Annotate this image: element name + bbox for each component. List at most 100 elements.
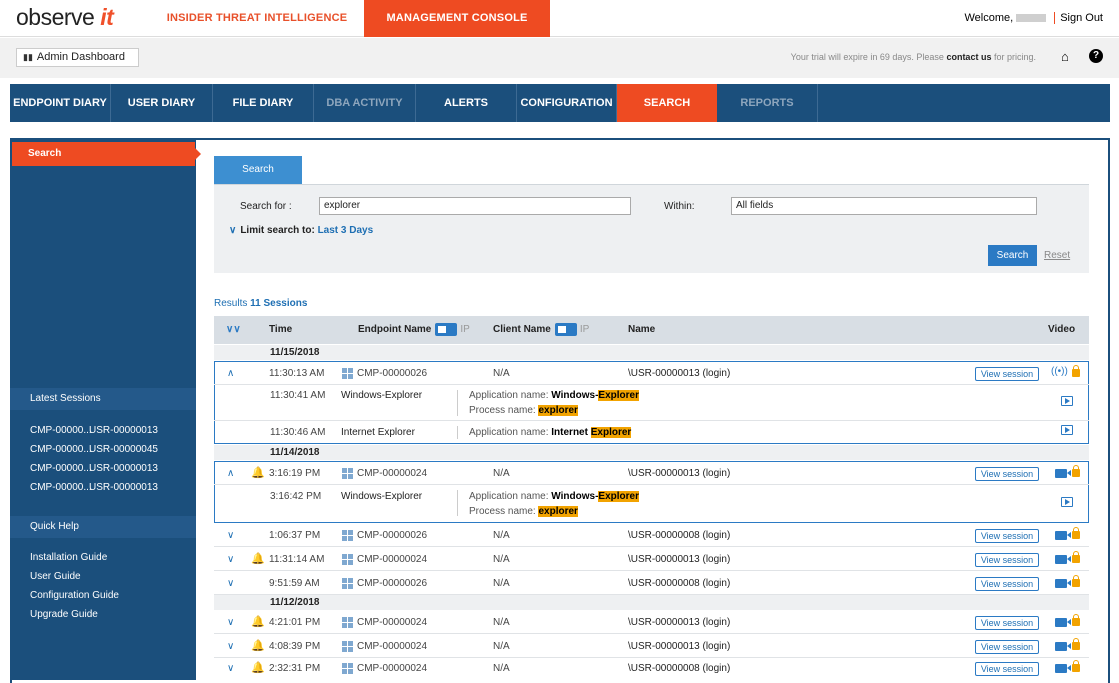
activity-app: Windows-Explorer [341,390,423,401]
nav-alerts[interactable]: ALERTS [416,84,517,122]
application-name-field: Application name: Windows-Explorer [469,390,639,401]
nav-dba-activity[interactable]: DBA ACTIVITY [314,84,416,122]
installation-guide-link[interactable]: Installation Guide [30,552,107,563]
view-session-button[interactable]: View session [975,640,1039,654]
table-row[interactable]: ∧ 🔔 3:16:19 PM CMP-00000024 N/A \USR-000… [214,462,1089,485]
sidebar-item-search[interactable]: Search [12,142,195,166]
results-count: Results 11 Sessions [214,298,308,309]
sub-activity-row: 11:30:41 AM Windows-Explorer Application… [214,385,1089,421]
bell-icon: 🔔 [251,467,265,479]
session-time: 9:51:59 AM [269,578,320,589]
view-session-button[interactable]: View session [975,662,1039,676]
column-client-name[interactable]: Client Name IP [493,316,589,344]
view-session-button[interactable]: View session [975,553,1039,567]
chevron-down-icon[interactable]: ∨ [227,572,234,595]
chevron-up-icon[interactable]: ∧ [227,462,234,485]
search-button[interactable]: Search [988,245,1037,266]
table-row[interactable]: ∧ 11:30:13 AM CMP-00000026 N/A \USR-0000… [214,362,1089,385]
play-icon[interactable] [1061,497,1073,507]
table-row[interactable]: ∨ 🔔 11:31:14 AM CMP-00000024 N/A \USR-00… [214,548,1089,571]
home-icon[interactable]: ⌂ [1061,50,1074,63]
reset-button[interactable]: Reset [1044,250,1070,261]
view-session-button[interactable]: View session [975,367,1039,381]
session-time: 11:31:14 AM [269,554,325,565]
column-endpoint-name[interactable]: Endpoint Name IP [358,316,470,344]
view-session-button[interactable]: View session [975,616,1039,630]
divider [1054,12,1056,25]
lock-icon [1072,575,1080,587]
tab-management-console[interactable]: MANAGEMENT CONSOLE [364,0,550,37]
user-name-cell: \USR-00000013 (login) [628,468,731,479]
bell-icon: 🔔 [251,616,265,628]
tab-insider-threat-intelligence[interactable]: INSIDER THREAT INTELLIGENCE [150,0,364,37]
latest-session-endpoint[interactable]: CMP-00000... [30,463,92,474]
latest-session-endpoint[interactable]: CMP-00000... [30,482,92,493]
table-row[interactable]: ∨ 9:51:59 AM CMP-00000026 N/A \USR-00000… [214,572,1089,595]
limit-value[interactable]: Last 3 Days [318,225,374,236]
date-header: 11/14/2018 [214,445,1089,460]
nav-reports[interactable]: REPORTS [717,84,818,122]
nav-configuration[interactable]: CONFIGURATION [517,84,617,122]
help-icon[interactable]: ? [1089,49,1103,63]
upgrade-guide-link[interactable]: Upgrade Guide [30,609,98,620]
table-row[interactable]: ∨ 🔔 4:21:01 PM CMP-00000024 N/A \USR-000… [214,611,1089,634]
video-camera-icon [1055,531,1071,540]
column-time[interactable]: Time [269,316,292,344]
client-ip-toggle[interactable] [554,322,577,336]
latest-session-user[interactable]: USR-00000013 [89,425,158,436]
client-cell: N/A [493,468,510,479]
endpoint-ip-toggle[interactable] [435,322,458,336]
chevron-up-icon[interactable]: ∧ [227,362,234,385]
windows-icon [342,529,353,541]
table-row[interactable]: ∨ 🔔 2:32:31 PM CMP-00000024 N/A \USR-000… [214,657,1089,680]
column-name[interactable]: Name [628,316,655,344]
lock-icon [1072,365,1080,377]
session-time: 2:32:31 PM [269,663,321,674]
bell-icon: 🔔 [251,662,265,674]
expand-all-icon[interactable]: ∨∨ [226,316,241,344]
view-session-button[interactable]: View session [975,529,1039,543]
nav-endpoint-diary[interactable]: ENDPOINT DIARY [10,84,111,122]
sign-out-link[interactable]: Sign Out [1060,12,1103,24]
within-select[interactable]: All fields [731,197,1037,215]
search-for-label: Search for : [240,201,292,212]
top-bar: observe it INSIDER THREAT INTELLIGENCE M… [0,0,1119,37]
nav-user-diary[interactable]: USER DIARY [111,84,213,122]
admin-dashboard-button[interactable]: ▮▮ Admin Dashboard [16,48,139,67]
latest-session-endpoint[interactable]: CMP-00000... [30,425,92,436]
endpoint-cell: CMP-00000024 [342,611,427,634]
limit-search-toggle[interactable]: ∨ Limit search to: Last 3 Days [229,225,373,236]
search-input[interactable]: explorer [319,197,631,215]
user-name-cell: \USR-00000008 (login) [628,578,731,589]
client-cell: N/A [493,641,510,652]
table-row[interactable]: ∨ 1:06:37 PM CMP-00000026 N/A \USR-00000… [214,524,1089,547]
play-icon[interactable] [1061,396,1073,406]
chevron-down-icon[interactable]: ∨ [227,635,234,658]
chevron-down-icon[interactable]: ∨ [227,548,234,571]
nav-search[interactable]: SEARCH [617,84,717,122]
chevron-down-icon[interactable]: ∨ [227,611,234,634]
table-header: ∨∨ Time Endpoint Name IP Client Name IP Na… [214,316,1089,344]
latest-sessions-header: Latest Sessions [10,388,196,410]
activity-app: Windows-Explorer [341,491,423,502]
chevron-down-icon[interactable]: ∨ [227,657,234,680]
configuration-guide-link[interactable]: Configuration Guide [30,590,119,601]
latest-session-user[interactable]: USR-00000013 [89,482,158,493]
latest-session-endpoint[interactable]: CMP-00000... [30,444,92,455]
table-row[interactable]: ∨ 🔔 4:08:39 PM CMP-00000024 N/A \USR-000… [214,635,1089,658]
endpoint-cell: CMP-00000026 [342,572,427,595]
play-icon[interactable] [1061,425,1073,435]
welcome-area: Welcome, Sign Out [964,0,1103,37]
activity-time: 11:30:46 AM [270,427,326,438]
contact-us-link[interactable]: contact us [946,52,991,62]
latest-session-user[interactable]: USR-00000045 [89,444,158,455]
tab-search[interactable]: Search [214,156,302,184]
user-guide-link[interactable]: User Guide [30,571,81,582]
nav-file-diary[interactable]: FILE DIARY [213,84,314,122]
chevron-down-icon[interactable]: ∨ [227,524,234,547]
session-time: 4:21:01 PM [269,617,321,628]
view-session-button[interactable]: View session [975,577,1039,591]
sub-activity-row: 11:30:46 AM Internet Explorer Applicatio… [214,421,1089,443]
view-session-button[interactable]: View session [975,467,1039,481]
latest-session-user[interactable]: USR-00000013 [89,463,158,474]
